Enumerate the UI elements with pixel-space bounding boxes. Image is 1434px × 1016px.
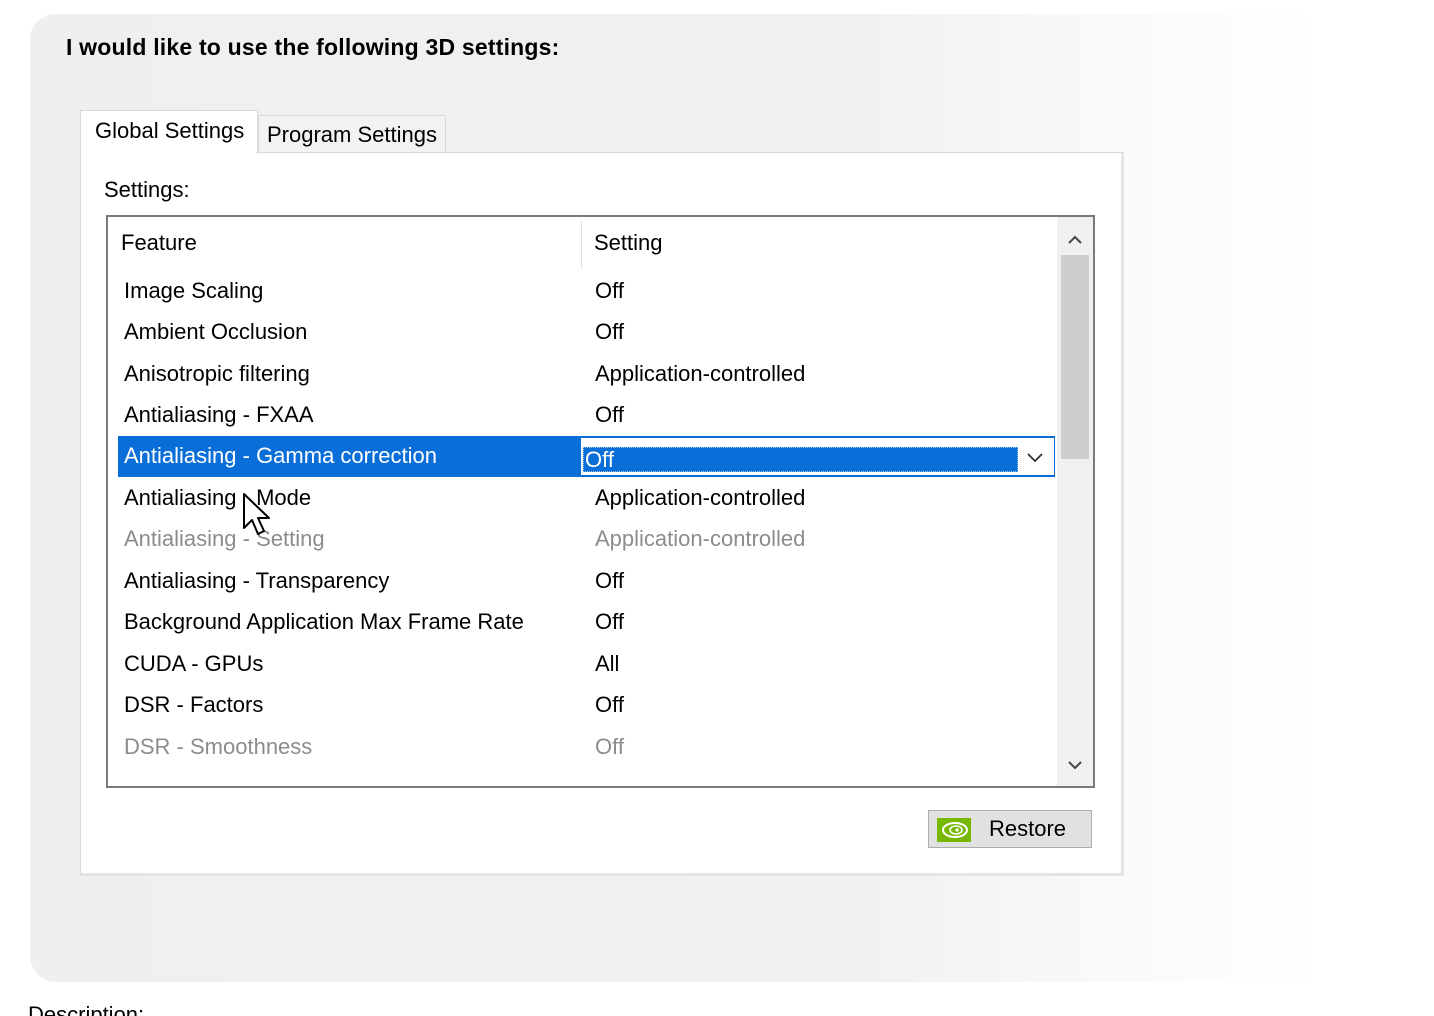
tab-program-settings[interactable]: Program Settings xyxy=(258,115,446,153)
table-row[interactable]: Image Scaling Off xyxy=(118,271,1055,312)
scroll-down-icon[interactable] xyxy=(1062,752,1088,778)
settings-label: Settings: xyxy=(104,177,190,202)
table-row[interactable]: Background Application Max Frame Rate Of… xyxy=(118,602,1055,643)
description-label: Description: xyxy=(28,1002,145,1016)
mouse-cursor-icon xyxy=(243,493,270,535)
column-header-feature[interactable]: Feature xyxy=(121,230,197,256)
feature-name: Antialiasing - Gamma correction xyxy=(124,443,438,468)
table-row[interactable]: DSR - Factors Off xyxy=(118,685,1055,726)
table-row[interactable]: CUDA - GPUs All xyxy=(118,644,1055,685)
setting-value: Off xyxy=(595,692,624,717)
table-row-partial[interactable] xyxy=(118,768,1055,786)
feature-name: Anisotropic filtering xyxy=(124,361,310,386)
table-row[interactable]: Antialiasing - Transparency Off xyxy=(118,561,1055,602)
restore-button[interactable]: Restore xyxy=(928,810,1092,848)
setting-value: Off xyxy=(595,568,624,593)
setting-value: Off xyxy=(595,402,624,427)
vertical-scrollbar[interactable] xyxy=(1057,217,1093,786)
restore-button-label: Restore xyxy=(989,816,1067,841)
nvidia-3d-settings-page: I would like to use the following 3D set… xyxy=(0,0,1434,1016)
dropdown-value-field xyxy=(583,447,1018,472)
feature-name: Image Scaling xyxy=(124,278,264,303)
table-row[interactable]: Antialiasing - FXAA Off xyxy=(118,395,1055,436)
tab-global-settings[interactable]: Global Settings xyxy=(80,110,258,154)
dropdown-selected-value: Off xyxy=(585,447,614,472)
feature-name: CUDA - GPUs xyxy=(124,651,264,676)
column-divider[interactable] xyxy=(581,221,582,269)
setting-value: All xyxy=(595,651,620,676)
feature-name: Background Application Max Frame Rate xyxy=(124,609,524,634)
table-row[interactable]: Ambient Occlusion Off xyxy=(118,312,1055,353)
chevron-down-icon[interactable] xyxy=(1024,446,1046,468)
setting-value: Application-controlled xyxy=(595,361,806,386)
feature-name: Antialiasing - Mode xyxy=(124,485,312,510)
feature-name: Ambient Occlusion xyxy=(124,319,308,344)
feature-name: Antialiasing - Transparency xyxy=(124,568,390,593)
nvidia-logo-icon xyxy=(937,818,971,842)
page-heading: I would like to use the following 3D set… xyxy=(66,34,560,60)
feature-name: Antialiasing - FXAA xyxy=(124,402,314,427)
scroll-thumb[interactable] xyxy=(1061,255,1089,459)
setting-value: Off xyxy=(595,734,624,759)
setting-value: Application-controlled xyxy=(595,526,806,551)
scroll-up-icon[interactable] xyxy=(1062,227,1088,253)
setting-dropdown[interactable]: Off xyxy=(580,436,1055,477)
feature-name: DSR - Factors xyxy=(124,692,264,717)
setting-value: Application-controlled xyxy=(595,485,806,510)
table-row[interactable]: Anisotropic filtering Application-contro… xyxy=(118,354,1055,395)
setting-value: Off xyxy=(595,609,624,634)
setting-value: Off xyxy=(595,278,624,303)
table-row-disabled[interactable]: DSR - Smoothness Off xyxy=(118,727,1055,768)
table-row-selected[interactable]: Antialiasing - Gamma correction Off xyxy=(118,436,1055,477)
setting-value: Off xyxy=(595,319,624,344)
feature-name: Antialiasing - Setting xyxy=(124,526,325,551)
column-header-setting[interactable]: Setting xyxy=(594,230,663,256)
feature-name: DSR - Smoothness xyxy=(124,734,313,759)
